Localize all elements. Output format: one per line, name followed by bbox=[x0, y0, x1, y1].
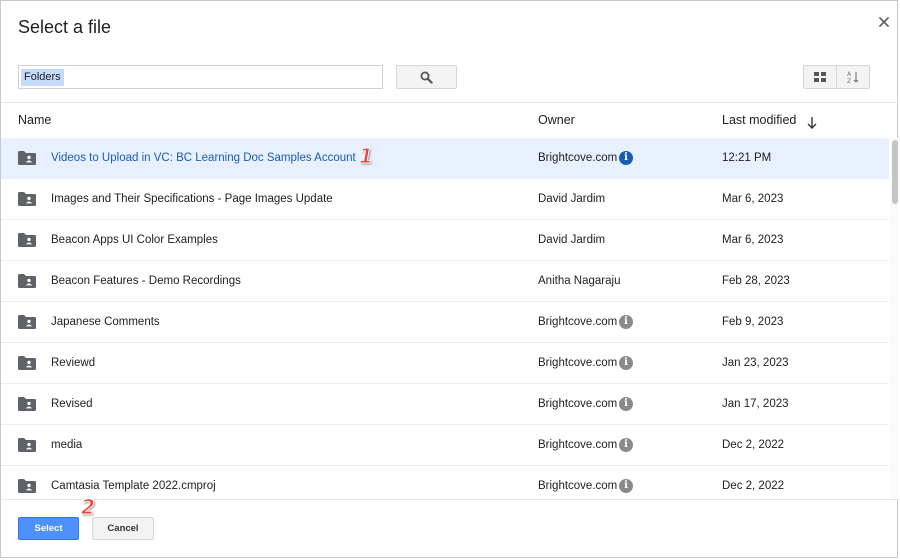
info-icon[interactable]: i bbox=[619, 356, 633, 370]
file-row[interactable]: Camtasia Template 2022.cmproj Brightcove.… bbox=[1, 466, 889, 499]
info-icon[interactable]: i bbox=[619, 479, 633, 493]
cancel-button[interactable]: Cancel bbox=[92, 517, 154, 540]
dialog-title: Select a file bbox=[18, 17, 112, 37]
file-owner: Brightcove.com bbox=[538, 480, 618, 492]
file-owner: David Jardim bbox=[538, 193, 606, 205]
file-owner: Brightcove.com bbox=[538, 152, 618, 164]
shared-folder-icon bbox=[18, 438, 36, 452]
shared-folder-icon bbox=[18, 315, 36, 329]
sort-descending-icon[interactable] bbox=[806, 116, 818, 130]
file-picker-dialog: Select a file Folders A Z Name Owner Las… bbox=[0, 0, 899, 558]
file-name: media bbox=[51, 439, 83, 451]
file-row[interactable]: Images and Their Specifications - Page I… bbox=[1, 179, 889, 220]
file-owner: David Jardim bbox=[538, 234, 606, 246]
svg-text:A: A bbox=[847, 71, 852, 78]
file-last-modified: Jan 23, 2023 bbox=[722, 357, 789, 369]
shared-folder-icon bbox=[18, 274, 36, 288]
file-row[interactable]: Revised Brightcove.com i Jan 17, 2023 bbox=[1, 384, 889, 425]
file-last-modified: Feb 9, 2023 bbox=[722, 316, 784, 328]
file-row[interactable]: Japanese Comments Brightcove.com i Feb 9, 2… bbox=[1, 302, 889, 343]
file-last-modified: Mar 6, 2023 bbox=[722, 234, 784, 246]
grid-view-icon bbox=[814, 72, 826, 82]
shared-folder-icon bbox=[18, 479, 36, 493]
list-header: Name Owner Last modified bbox=[1, 103, 889, 137]
file-name: Camtasia Template 2022.cmproj bbox=[51, 480, 216, 492]
file-row[interactable]: Videos to Upload in VC: BC Learning Doc … bbox=[1, 138, 889, 179]
file-last-modified: 12:21 PM bbox=[722, 152, 772, 164]
file-last-modified: Jan 17, 2023 bbox=[722, 398, 789, 410]
search-button[interactable] bbox=[396, 65, 457, 89]
footer-divider bbox=[1, 499, 899, 500]
info-icon[interactable]: i bbox=[619, 438, 633, 452]
file-row[interactable]: Beacon Apps UI Color Examples David Jardi… bbox=[1, 220, 889, 261]
column-header-last-modified[interactable]: Last modified bbox=[722, 113, 796, 127]
shared-folder-icon bbox=[18, 356, 36, 370]
step-callout-2: 2 bbox=[81, 495, 96, 520]
file-owner: Brightcove.com bbox=[538, 398, 618, 410]
scrollbar-thumb[interactable] bbox=[892, 140, 898, 204]
file-row[interactable]: Reviewd Brightcove.com i Jan 23, 2023 bbox=[1, 343, 889, 384]
select-button[interactable]: Select bbox=[18, 517, 79, 540]
file-owner: Anitha Nagaraju bbox=[538, 275, 621, 287]
file-last-modified: Feb 28, 2023 bbox=[722, 275, 790, 287]
column-header-owner[interactable]: Owner bbox=[538, 113, 575, 127]
info-icon[interactable]: i bbox=[619, 151, 633, 165]
sort-button[interactable]: A Z bbox=[836, 66, 869, 88]
info-icon[interactable]: i bbox=[619, 397, 633, 411]
file-name: Videos to Upload in VC: BC Learning Doc … bbox=[51, 152, 356, 164]
file-owner: Brightcove.com bbox=[538, 439, 618, 451]
file-row[interactable]: media Brightcove.com i Dec 2, 2022 bbox=[1, 425, 889, 466]
column-header-name[interactable]: Name bbox=[18, 113, 51, 127]
view-controls: A Z bbox=[803, 65, 870, 89]
file-owner: Brightcove.com bbox=[538, 357, 618, 369]
file-last-modified: Dec 2, 2022 bbox=[722, 439, 785, 451]
shared-folder-icon bbox=[18, 397, 36, 411]
shared-folder-icon bbox=[18, 192, 36, 206]
file-name: Beacon Apps UI Color Examples bbox=[51, 234, 218, 246]
file-last-modified: Mar 6, 2023 bbox=[722, 193, 784, 205]
grid-view-button[interactable] bbox=[804, 66, 836, 88]
file-name: Revised bbox=[51, 398, 93, 410]
sort-az-icon: A Z bbox=[847, 71, 859, 84]
file-name: Images and Their Specifications - Page I… bbox=[51, 193, 333, 205]
search-input[interactable]: Folders bbox=[18, 65, 383, 89]
svg-text:Z: Z bbox=[847, 78, 851, 84]
search-icon bbox=[420, 71, 433, 84]
file-row[interactable]: Beacon Features - Demo Recordings Anitha … bbox=[1, 261, 889, 302]
shared-folder-icon bbox=[18, 151, 36, 165]
step-callout-1: 1 bbox=[359, 144, 374, 169]
shared-folder-icon bbox=[18, 233, 36, 247]
file-name: Japanese Comments bbox=[51, 316, 160, 328]
close-icon[interactable] bbox=[877, 15, 891, 29]
search-query-chip: Folders bbox=[21, 69, 64, 86]
file-name: Beacon Features - Demo Recordings bbox=[51, 275, 241, 287]
scrollbar[interactable] bbox=[890, 138, 899, 499]
file-name: Reviewd bbox=[51, 357, 96, 369]
file-owner: Brightcove.com bbox=[538, 316, 618, 328]
info-icon[interactable]: i bbox=[619, 315, 633, 329]
file-list: Videos to Upload in VC: BC Learning Doc … bbox=[1, 138, 889, 499]
file-last-modified: Dec 2, 2022 bbox=[722, 480, 785, 492]
